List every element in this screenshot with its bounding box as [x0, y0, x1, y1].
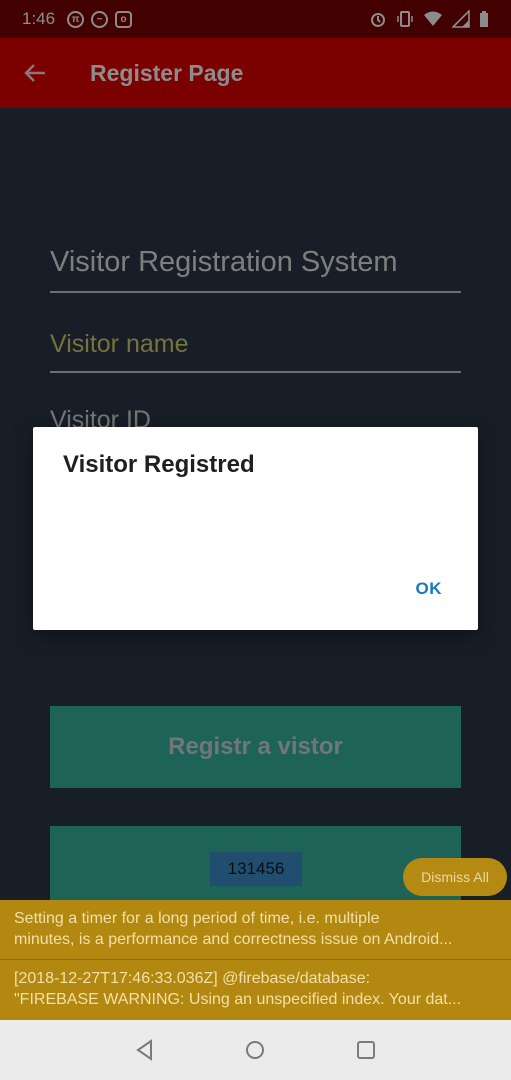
warning-line: "FIREBASE WARNING: Using an unspecified … — [14, 991, 462, 1008]
ok-button[interactable]: OK — [416, 579, 443, 599]
warning-line: minutes, is a performance and correctnes… — [14, 931, 453, 948]
nav-back-icon[interactable] — [125, 1030, 165, 1070]
nav-home-icon[interactable] — [235, 1030, 275, 1070]
warning-item[interactable]: Setting a timer for a long period of tim… — [0, 900, 511, 960]
dismiss-all-button[interactable]: Dismiss All — [403, 858, 507, 896]
warning-line: Setting a timer for a long period of tim… — [14, 910, 380, 927]
yellowbox-warnings: Setting a timer for a long period of tim… — [0, 900, 511, 1020]
nav-recents-icon[interactable] — [346, 1030, 386, 1070]
warning-item[interactable]: [2018-12-27T17:46:33.036Z] @firebase/dat… — [0, 960, 511, 1020]
alert-dialog: Visitor Registred OK — [33, 427, 478, 630]
dialog-title: Visitor Registred — [63, 451, 255, 478]
warning-line: [2018-12-27T17:46:33.036Z] @firebase/dat… — [14, 970, 371, 987]
navigation-bar — [0, 1020, 511, 1080]
screen: 1:46 π ~ o Register Page Visitor Registr… — [0, 0, 511, 1080]
